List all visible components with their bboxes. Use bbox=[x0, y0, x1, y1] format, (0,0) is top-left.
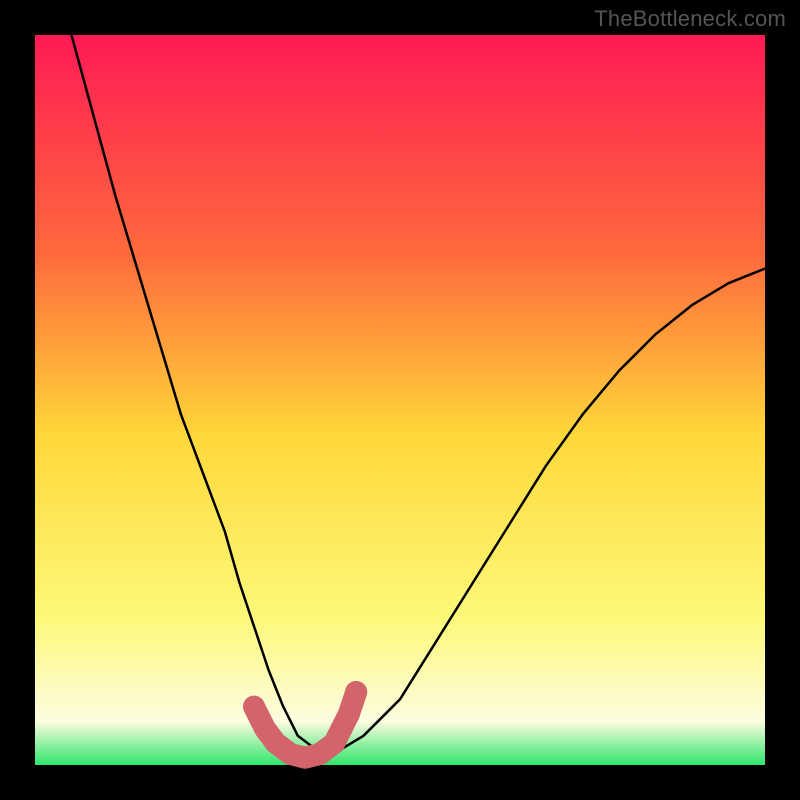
chart-stage: TheBottleneck.com bbox=[0, 0, 800, 800]
chart-svg bbox=[0, 0, 800, 800]
valley-dot bbox=[345, 681, 367, 703]
plot-background bbox=[35, 35, 765, 765]
watermark-text: TheBottleneck.com bbox=[594, 6, 786, 32]
valley-dot bbox=[338, 703, 360, 725]
